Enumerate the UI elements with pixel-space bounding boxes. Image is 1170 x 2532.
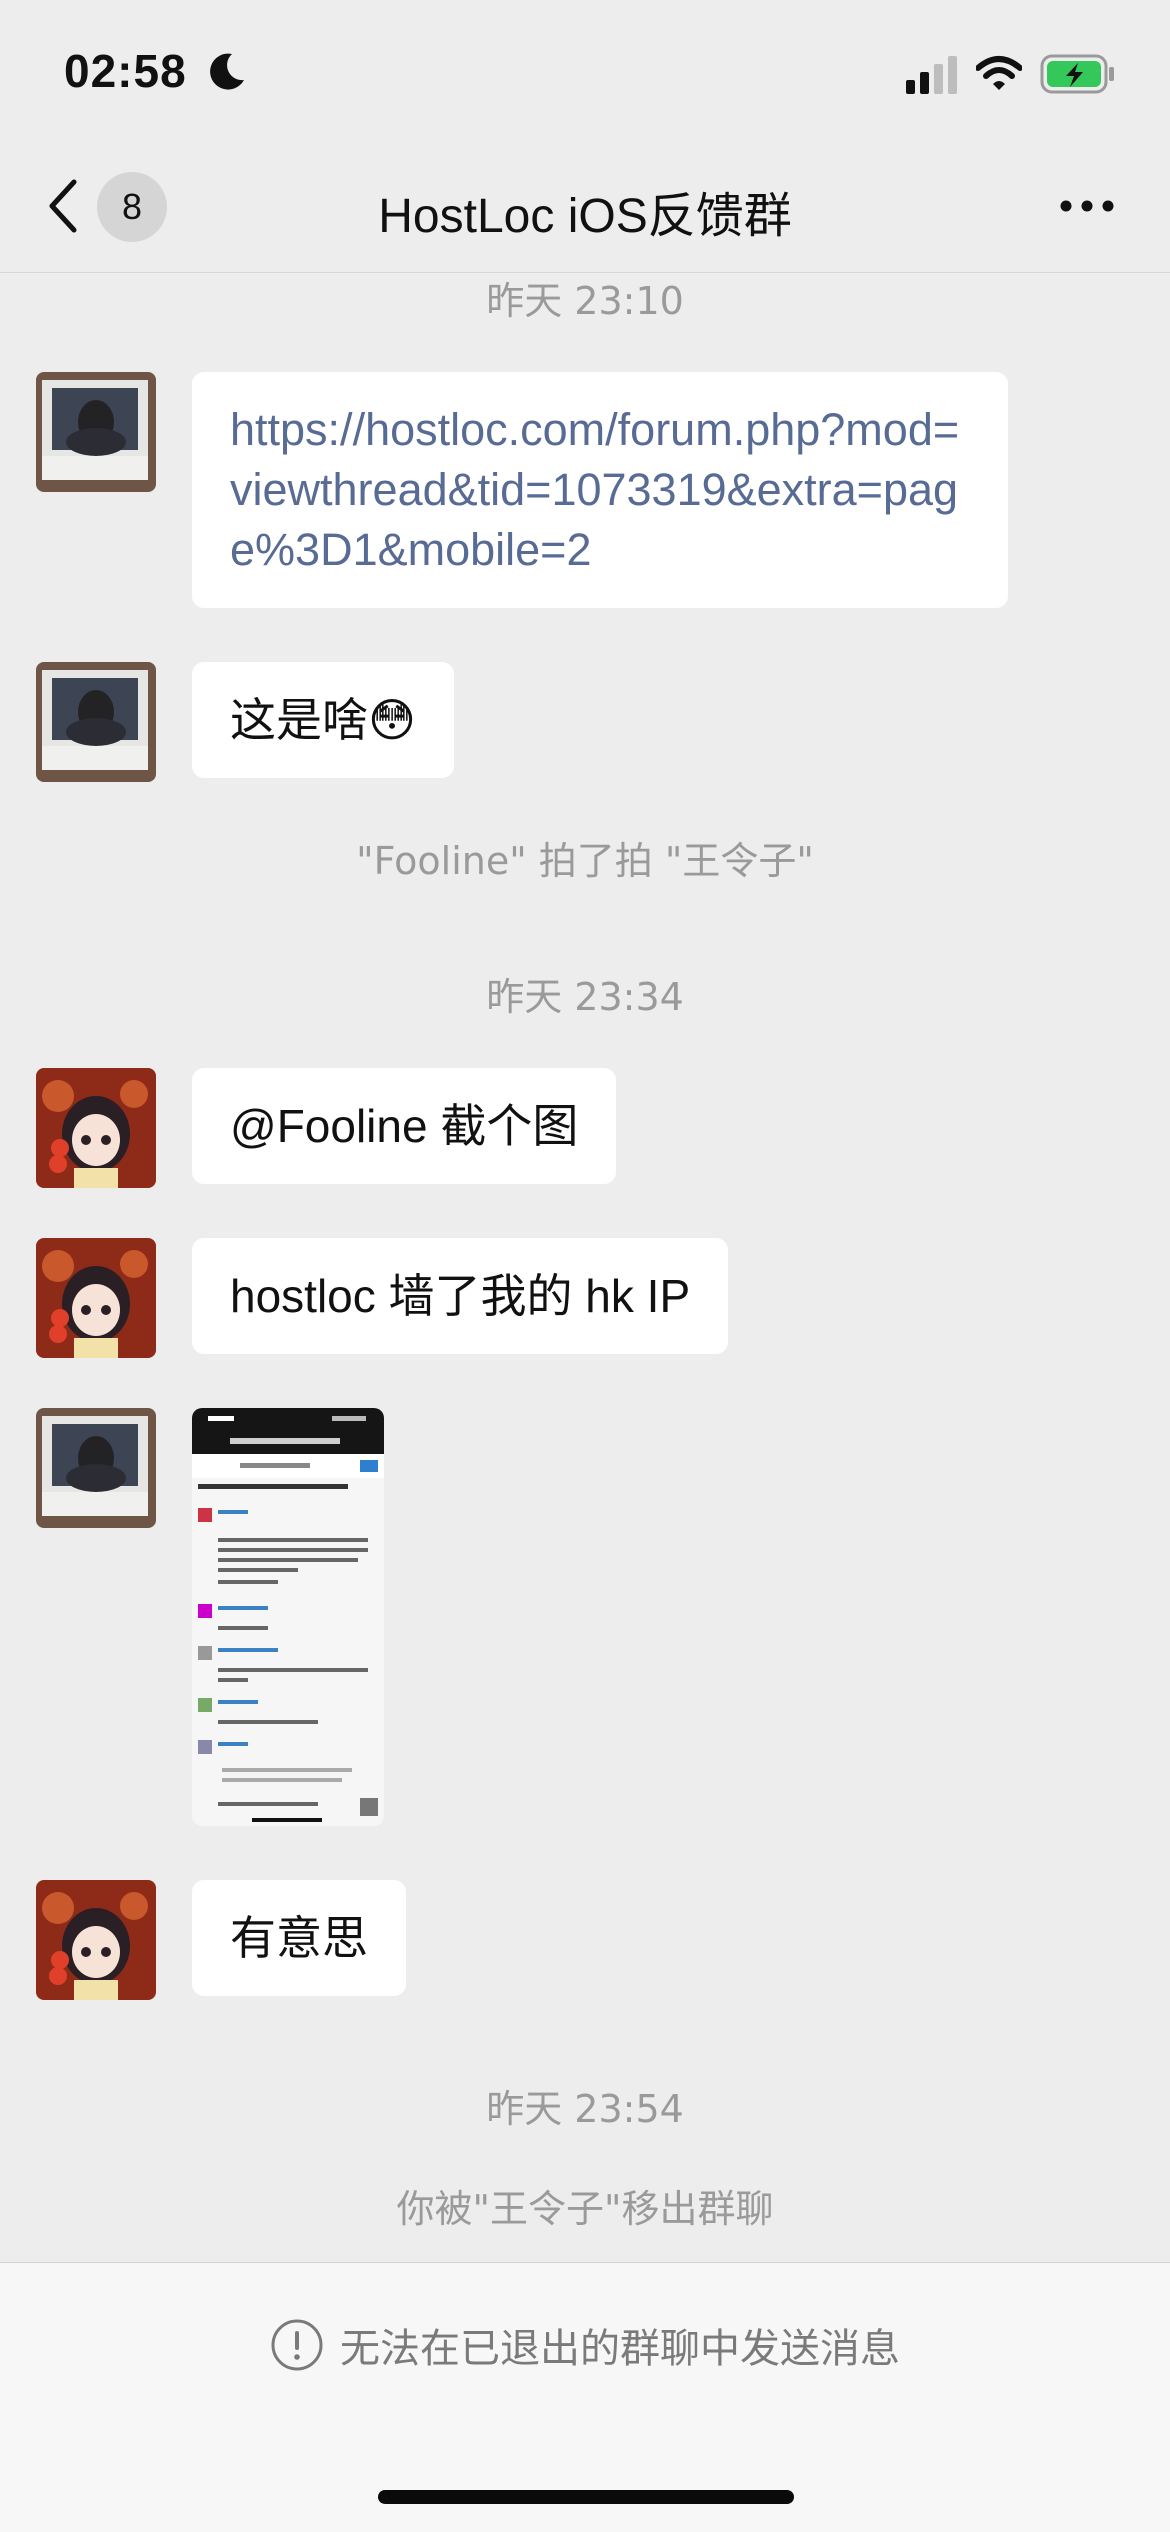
avatar-fooline[interactable] bbox=[36, 1408, 156, 1528]
timestamp: 昨天 23:54 bbox=[486, 2087, 684, 2131]
battery-charging-icon bbox=[1040, 54, 1114, 94]
text-message-bubble[interactable]: @Fooline 截个图 bbox=[192, 1068, 617, 1184]
timestamp: 昨天 23:34 bbox=[486, 975, 684, 1019]
wifi-icon bbox=[976, 56, 1022, 90]
exclamation-circle-icon bbox=[271, 2319, 323, 2371]
signal-icon bbox=[906, 56, 957, 94]
chat-title: HostLoc iOS反馈群 bbox=[378, 190, 792, 243]
link-message-bubble[interactable]: https://hostloc.com/forum.php?mod=viewth… bbox=[192, 372, 1008, 608]
pat-system-message: "Fooline" 拍了拍 "王令子" bbox=[356, 839, 814, 883]
removed-system-message: 你被"王令子"移出群聊 bbox=[396, 2187, 774, 2231]
more-options-icon[interactable] bbox=[1058, 190, 1116, 222]
avatar-wanglingzi[interactable] bbox=[36, 1880, 156, 2000]
avatar-fooline[interactable] bbox=[36, 372, 156, 492]
screenshot-image-message[interactable] bbox=[192, 1408, 384, 1826]
timestamp: 昨天 23:10 bbox=[486, 279, 684, 323]
moon-icon bbox=[210, 53, 244, 90]
avatar-wanglingzi[interactable] bbox=[36, 1238, 156, 1358]
footer-text: 无法在已退出的群聊中发送消息 bbox=[340, 2326, 900, 2372]
avatar-wanglingzi[interactable] bbox=[36, 1068, 156, 1188]
text-message-bubble[interactable]: hostloc 墙了我的 hk IP bbox=[192, 1238, 729, 1354]
text-message-bubble[interactable]: 这是啥😳 bbox=[192, 662, 454, 778]
status-time: 02:58 bbox=[64, 45, 187, 97]
cannot-send-notice: 无法在已退出的群聊中发送消息 bbox=[0, 2316, 1170, 2374]
avatar-fooline[interactable] bbox=[36, 662, 156, 782]
text-message-bubble[interactable]: 有意思 bbox=[192, 1880, 406, 1996]
home-indicator[interactable] bbox=[378, 2490, 794, 2504]
